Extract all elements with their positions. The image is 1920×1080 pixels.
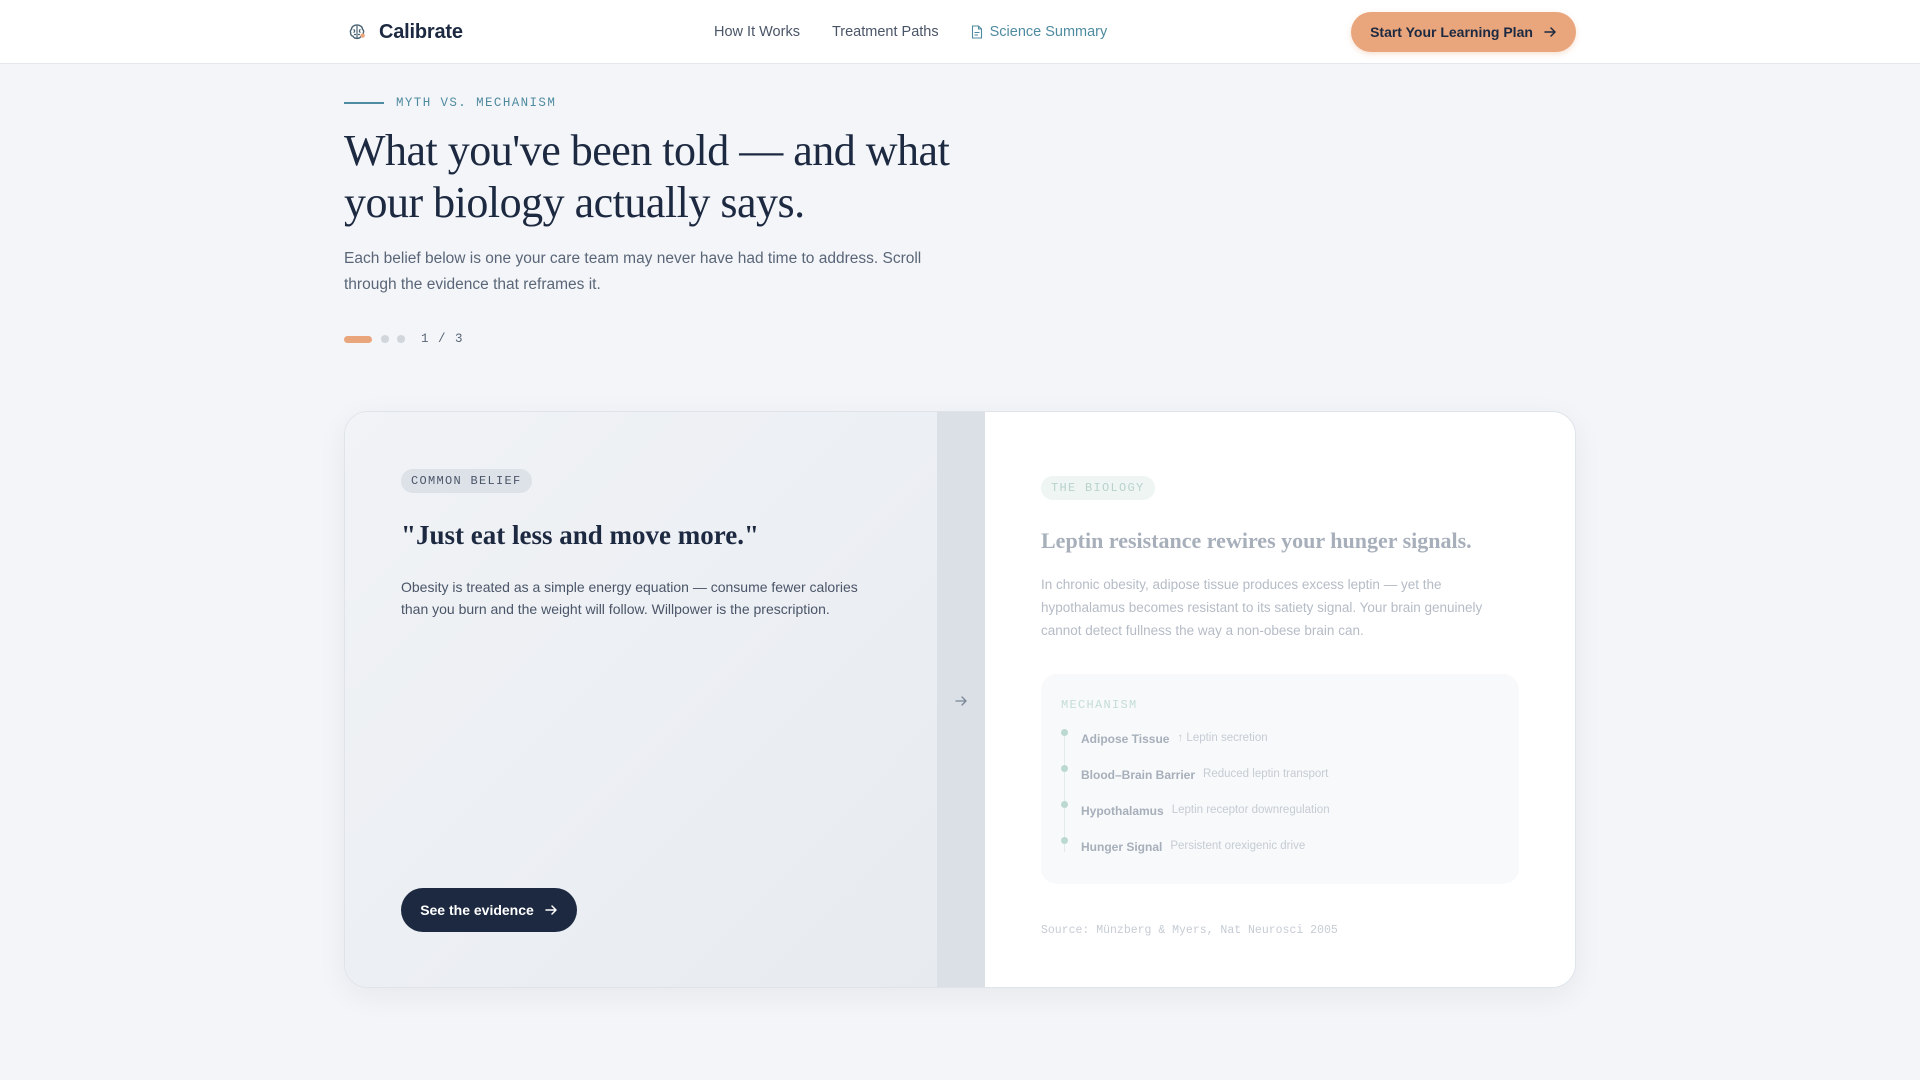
nav-link-how-it-works[interactable]: How It Works bbox=[714, 24, 800, 40]
mechanism-box: MECHANISM Adipose Tissue ↑ Leptin secret… bbox=[1041, 674, 1519, 884]
mechanism-list: Adipose Tissue ↑ Leptin secretion Blood–… bbox=[1061, 726, 1501, 870]
card-divider[interactable] bbox=[937, 412, 985, 987]
mechanism-step-name: Hypothalamus bbox=[1081, 804, 1164, 818]
mechanism-step-desc: Leptin receptor downregulation bbox=[1171, 804, 1330, 816]
common-belief-panel: COMMON BELIEF "Just eat less and move mo… bbox=[345, 412, 937, 987]
start-learning-plan-label: Start Your Learning Plan bbox=[1370, 24, 1533, 40]
primary-nav: How It Works Treatment Paths Science Sum… bbox=[714, 22, 1107, 42]
eyebrow-text: MYTH VS. MECHANISM bbox=[396, 96, 557, 110]
pager-dot-2[interactable] bbox=[381, 335, 389, 343]
biology-badge: THE BIOLOGY bbox=[1041, 476, 1155, 500]
pager-dot-1-active[interactable] bbox=[344, 335, 372, 343]
page-title: What you've been told — and what your bi… bbox=[344, 126, 950, 227]
mechanism-step: Hunger Signal Persistent orexigenic driv… bbox=[1061, 834, 1501, 870]
see-evidence-button[interactable]: See the evidence bbox=[401, 888, 577, 932]
arrow-right-icon bbox=[1544, 27, 1556, 37]
mechanism-dot bbox=[1061, 765, 1068, 772]
belief-description: Obesity is treated as a simple energy eq… bbox=[401, 579, 858, 617]
document-icon bbox=[971, 25, 982, 39]
belief-quote: "Just eat less and move more." bbox=[401, 520, 759, 550]
eyebrow-rule bbox=[344, 102, 384, 104]
top-navigation: Calibrate How It Works Treatment Paths S… bbox=[0, 0, 1920, 64]
source-citation: Source: Münzberg & Myers, Nat Neurosci 2… bbox=[1041, 924, 1338, 937]
carousel-pager: 1 / 3 bbox=[344, 332, 464, 346]
start-learning-plan-button[interactable]: Start Your Learning Plan bbox=[1351, 12, 1576, 52]
arrow-right-icon bbox=[955, 695, 967, 706]
nav-link-science-summary-label: Science Summary bbox=[989, 24, 1108, 40]
mechanism-step-name: Blood–Brain Barrier bbox=[1081, 768, 1196, 782]
mechanism-step-name: Hunger Signal bbox=[1081, 840, 1163, 854]
common-belief-badge: COMMON BELIEF bbox=[401, 469, 532, 493]
brand-name: Calibrate bbox=[379, 20, 463, 43]
biology-description: In chronic obesity, adipose tissue produ… bbox=[1041, 577, 1483, 638]
mechanism-label: MECHANISM bbox=[1061, 698, 1138, 712]
section-eyebrow: MYTH VS. MECHANISM bbox=[344, 96, 556, 110]
mechanism-dot bbox=[1061, 729, 1068, 736]
mechanism-step-desc: ↑ Leptin secretion bbox=[1177, 732, 1268, 744]
pager-dot-3[interactable] bbox=[397, 335, 405, 343]
see-evidence-label: See the evidence bbox=[420, 902, 534, 918]
mechanism-step: Hypothalamus Leptin receptor downregulat… bbox=[1061, 798, 1501, 834]
mechanism-step-desc: Reduced leptin transport bbox=[1203, 768, 1329, 780]
mechanism-step: Adipose Tissue ↑ Leptin secretion bbox=[1061, 726, 1501, 762]
brand-logo[interactable]: Calibrate bbox=[347, 18, 463, 46]
brain-icon bbox=[349, 24, 365, 40]
mechanism-step-desc: Persistent orexigenic drive bbox=[1170, 840, 1306, 852]
biology-panel: THE BIOLOGY Leptin resistance rewires yo… bbox=[985, 412, 1575, 987]
mechanism-dot bbox=[1061, 801, 1068, 808]
mechanism-step-name: Adipose Tissue bbox=[1081, 732, 1170, 746]
myth-mechanism-card: COMMON BELIEF "Just eat less and move mo… bbox=[344, 411, 1576, 988]
hero-subtext: Each belief below is one your care team … bbox=[344, 250, 922, 293]
pager-count: 1 / 3 bbox=[421, 332, 464, 346]
arrow-right-icon bbox=[545, 905, 557, 915]
mechanism-step: Blood–Brain Barrier Reduced leptin trans… bbox=[1061, 762, 1501, 798]
biology-title: Leptin resistance rewires your hunger si… bbox=[1041, 528, 1472, 553]
mechanism-dot bbox=[1061, 837, 1068, 844]
nav-link-treatment-paths[interactable]: Treatment Paths bbox=[832, 24, 939, 40]
nav-link-science-summary[interactable]: Science Summary bbox=[971, 24, 1108, 40]
